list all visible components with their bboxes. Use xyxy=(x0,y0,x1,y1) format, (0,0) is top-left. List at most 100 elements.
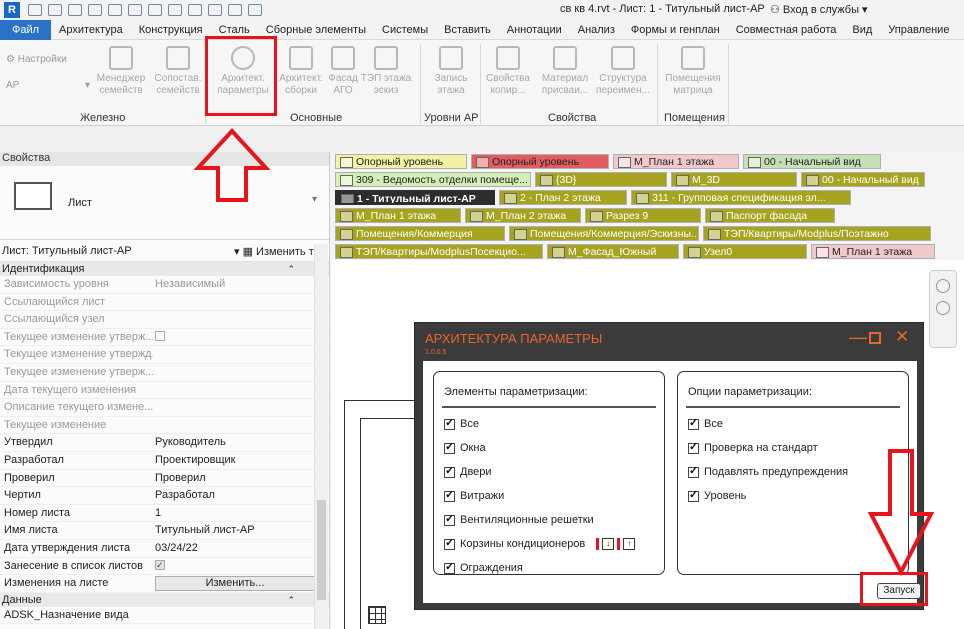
checkbox-suppress-warnings[interactable]: Подавлять предупреждения xyxy=(688,464,848,478)
undo-icon[interactable] xyxy=(88,4,102,16)
sync-icon[interactable] xyxy=(68,4,82,16)
property-value[interactable] xyxy=(153,346,329,363)
property-value[interactable]: Проверил xyxy=(153,470,329,487)
edit-revisions-button[interactable]: Изменить... xyxy=(155,576,315,592)
checkbox-checked[interactable] xyxy=(444,536,455,550)
ap-dropdown[interactable]: АР ▾ xyxy=(6,80,90,92)
checkbox-checked[interactable] xyxy=(688,440,699,454)
view-tab[interactable]: Паспорт фасада xyxy=(705,208,835,223)
rooms-matrix-button[interactable]: Помещения матрица xyxy=(664,46,722,97)
tab-structure[interactable]: Конструкция xyxy=(131,20,211,40)
sections-icon[interactable] xyxy=(208,4,222,16)
structure-rename-button[interactable]: Структура переимен... xyxy=(594,46,652,97)
view-tab[interactable]: М_План 1 этажа xyxy=(811,244,935,259)
collapse-icon[interactable]: ⌃ xyxy=(287,262,295,276)
checkbox-checked[interactable] xyxy=(688,416,699,430)
view-tab[interactable]: ТЭП/Квартиры/Modplus/Поэтажно xyxy=(703,226,931,241)
tab-manage[interactable]: Управление xyxy=(880,20,957,40)
property-value[interactable]: Независимый xyxy=(153,276,329,293)
tab-architecture[interactable]: Архитектура xyxy=(51,20,131,40)
view-tab[interactable]: М_План 1 этажа xyxy=(335,208,461,223)
floor-tep-sketch-button[interactable]: ТЭП этажа эскиз xyxy=(360,46,412,97)
tab-insert[interactable]: Вставить xyxy=(436,20,499,40)
collapse-icon[interactable]: ⌃ xyxy=(287,593,295,607)
checkbox-checked[interactable] xyxy=(688,488,699,502)
maximize-icon[interactable] xyxy=(869,332,881,344)
measure-icon[interactable] xyxy=(148,4,162,16)
floor-record-button[interactable]: Запись этажа xyxy=(428,46,474,97)
view-tab[interactable]: Опорный уровень xyxy=(471,154,609,169)
revit-logo[interactable]: R xyxy=(4,2,20,18)
close-windows-icon[interactable] xyxy=(248,4,262,16)
checkbox-checked[interactable] xyxy=(444,416,455,430)
property-value[interactable] xyxy=(153,382,329,399)
properties-scrollbar[interactable] xyxy=(314,244,328,629)
open-icon[interactable] xyxy=(28,4,42,16)
property-value[interactable] xyxy=(153,417,329,434)
view-tab[interactable]: Помещения/Коммерция xyxy=(335,226,505,241)
checkbox-level[interactable]: Уровень xyxy=(688,488,746,502)
checkbox-curtain-walls[interactable]: Витражи xyxy=(444,488,504,502)
tab-analyze[interactable]: Анализ xyxy=(570,20,623,40)
checkbox-doors[interactable]: Двери xyxy=(444,464,492,478)
checkbox[interactable] xyxy=(155,330,165,341)
view-tab-active[interactable]: 1 - Титульный лист-АР xyxy=(335,190,495,205)
view-tab[interactable]: Разрез 9 xyxy=(585,208,701,223)
checkbox-checked[interactable] xyxy=(688,464,699,478)
print-icon[interactable] xyxy=(128,4,142,16)
signin-link[interactable]: ⚇ Вход в службы ▾ xyxy=(770,3,868,16)
view-tab[interactable]: 00 - Начальный вид xyxy=(801,172,925,187)
property-value[interactable]: Проектировщик xyxy=(153,452,329,469)
view-tab[interactable]: М_Фасад_Южный xyxy=(547,244,679,259)
checkbox-checked[interactable] xyxy=(444,512,455,526)
checkbox-all-elements[interactable]: Все xyxy=(444,416,479,430)
tab-view[interactable]: Вид xyxy=(844,20,880,40)
family-compare-button[interactable]: Сопостав. семейств xyxy=(150,46,206,97)
export-icon[interactable]: ↑ xyxy=(623,538,636,551)
material-assign-button[interactable]: Материал присваи... xyxy=(538,46,592,97)
property-value[interactable] xyxy=(153,607,329,624)
settings-button[interactable]: ⚙ Настройки xyxy=(6,54,67,66)
view-tab[interactable]: ТЭП/Квартиры/ModplusПосекцио... xyxy=(335,244,543,259)
view-tab[interactable]: 311 - Групповая спецификация эл... xyxy=(631,190,851,205)
category-identity[interactable]: Идентификация ⌃ xyxy=(0,262,329,276)
arch-assemblies-button[interactable]: Архитект. сборки xyxy=(278,46,324,97)
save-icon[interactable] xyxy=(48,4,62,16)
property-value[interactable]: Руководитель xyxy=(153,434,329,451)
view-tab[interactable]: 309 - Ведомость отделки помеще... xyxy=(335,172,531,187)
text-icon[interactable] xyxy=(168,4,182,16)
close-icon[interactable]: ✕ xyxy=(895,327,909,347)
facade-ago-button[interactable]: Фасад АГО xyxy=(326,46,360,97)
instance-label[interactable]: Лист: Титульный лист-АР xyxy=(2,245,132,257)
checkbox-railings[interactable]: Ограждения xyxy=(444,560,523,574)
type-selector[interactable]: Лист ▾ xyxy=(0,166,329,240)
view-tab[interactable]: М_План 1 этажа xyxy=(613,154,739,169)
signin-label[interactable]: Вход в службы xyxy=(783,4,859,16)
property-value[interactable]: Разработал xyxy=(153,487,329,504)
import-icon[interactable]: ↓ xyxy=(602,538,615,551)
checkbox-checked[interactable] xyxy=(155,558,165,574)
view-tab[interactable]: {3D} xyxy=(535,172,667,187)
tab-massing-site[interactable]: Формы и генплан xyxy=(623,20,728,40)
checkbox-checked[interactable] xyxy=(444,560,455,574)
property-value[interactable] xyxy=(153,364,329,381)
property-value[interactable] xyxy=(153,311,329,328)
tab-collaborate[interactable]: Совместная работа xyxy=(728,20,845,40)
checkbox-vent-grilles[interactable]: Вентиляционные решетки xyxy=(444,512,594,526)
property-value[interactable]: 03/24/22 xyxy=(153,540,329,557)
redo-icon[interactable] xyxy=(108,4,122,16)
checkbox-windows[interactable]: Окна xyxy=(444,440,486,454)
checkbox-standard-check[interactable]: Проверка на стандарт xyxy=(688,440,818,454)
property-value[interactable] xyxy=(153,294,329,311)
thin-lines-icon[interactable] xyxy=(228,4,242,16)
view-tab[interactable]: 2 - План 2 этажа xyxy=(499,190,627,205)
view-tab[interactable]: Помещения/Коммерция/Эскизны... xyxy=(509,226,699,241)
category-data[interactable]: Данные ⌃ xyxy=(0,592,329,607)
tab-systems[interactable]: Системы xyxy=(374,20,436,40)
zoom-icon[interactable] xyxy=(936,301,950,315)
minimize-icon[interactable]: — xyxy=(849,327,867,348)
scrollbar-thumb[interactable] xyxy=(317,500,326,600)
checkbox-checked[interactable] xyxy=(444,488,455,502)
checkbox-checked[interactable] xyxy=(444,464,455,478)
view-tab[interactable]: М_3D xyxy=(671,172,797,187)
